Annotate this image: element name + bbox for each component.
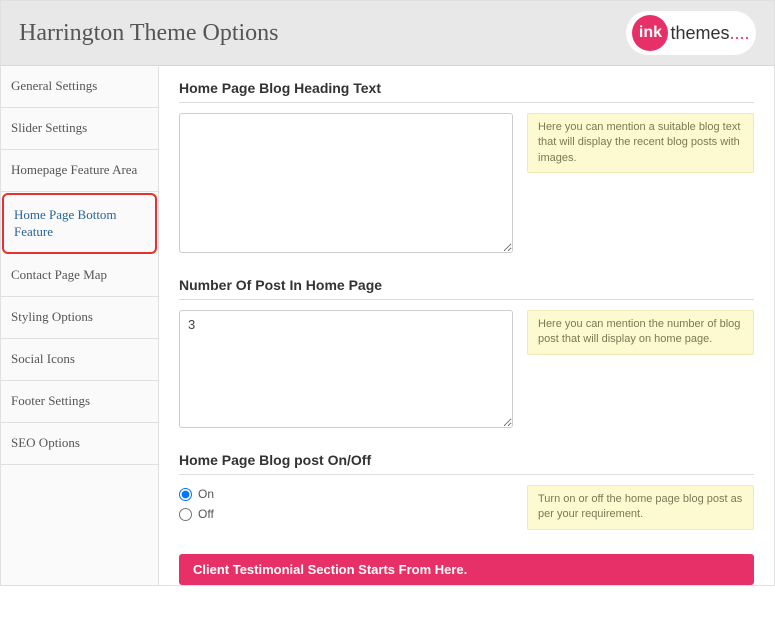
logo-circle-icon: ink — [632, 15, 668, 51]
sidebar-item-homepage-feature-area[interactable]: Homepage Feature Area — [1, 150, 158, 192]
page-title: Harrington Theme Options — [19, 20, 279, 47]
app-container: Harrington Theme Options ink themes.... … — [0, 0, 775, 586]
help-box: Here you can mention a suitable blog tex… — [527, 113, 754, 173]
section-row: Here you can mention a suitable blog tex… — [179, 113, 754, 253]
section-blog-heading: Home Page Blog Heading Text Here you can… — [179, 80, 754, 253]
divider — [179, 102, 754, 103]
sidebar-item-seo-options[interactable]: SEO Options — [1, 423, 158, 465]
radio-group: On Off — [179, 487, 513, 530]
divider — [179, 299, 754, 300]
radio-off-input[interactable] — [179, 508, 192, 521]
blog-heading-textarea[interactable] — [179, 113, 513, 253]
sidebar-item-contact-page-map[interactable]: Contact Page Map — [1, 255, 158, 297]
divider — [179, 474, 754, 475]
logo: ink themes.... — [626, 11, 756, 55]
help-box: Turn on or off the home page blog post a… — [527, 485, 754, 530]
section-title: Number Of Post In Home Page — [179, 277, 754, 293]
testimonial-banner: Client Testimonial Section Starts From H… — [179, 554, 754, 585]
sidebar-item-slider-settings[interactable]: Slider Settings — [1, 108, 158, 150]
sidebar-item-general-settings[interactable]: General Settings — [1, 66, 158, 108]
header: Harrington Theme Options ink themes.... — [1, 1, 774, 66]
sidebar-item-footer-settings[interactable]: Footer Settings — [1, 381, 158, 423]
main-panel: Home Page Blog Heading Text Here you can… — [159, 66, 774, 585]
num-posts-textarea[interactable] — [179, 310, 513, 428]
radio-off-label: Off — [198, 507, 214, 521]
sidebar-item-styling-options[interactable]: Styling Options — [1, 297, 158, 339]
section-title: Home Page Blog Heading Text — [179, 80, 754, 96]
logo-text: themes.... — [670, 23, 749, 44]
sidebar: General Settings Slider Settings Homepag… — [1, 66, 159, 585]
body: General Settings Slider Settings Homepag… — [1, 66, 774, 585]
section-title: Home Page Blog post On/Off — [179, 452, 754, 468]
section-blog-onoff: Home Page Blog post On/Off On Off Turn o — [179, 452, 754, 530]
section-row: Here you can mention the number of blog … — [179, 310, 754, 428]
help-box: Here you can mention the number of blog … — [527, 310, 754, 355]
radio-on-input[interactable] — [179, 488, 192, 501]
radio-on[interactable]: On — [179, 487, 513, 501]
sidebar-item-social-icons[interactable]: Social Icons — [1, 339, 158, 381]
radio-off[interactable]: Off — [179, 507, 513, 521]
radio-on-label: On — [198, 487, 214, 501]
sidebar-item-home-page-bottom-feature[interactable]: Home Page Bottom Feature — [2, 193, 157, 255]
section-row: On Off Turn on or off the home page blog… — [179, 485, 754, 530]
section-num-posts: Number Of Post In Home Page Here you can… — [179, 277, 754, 428]
